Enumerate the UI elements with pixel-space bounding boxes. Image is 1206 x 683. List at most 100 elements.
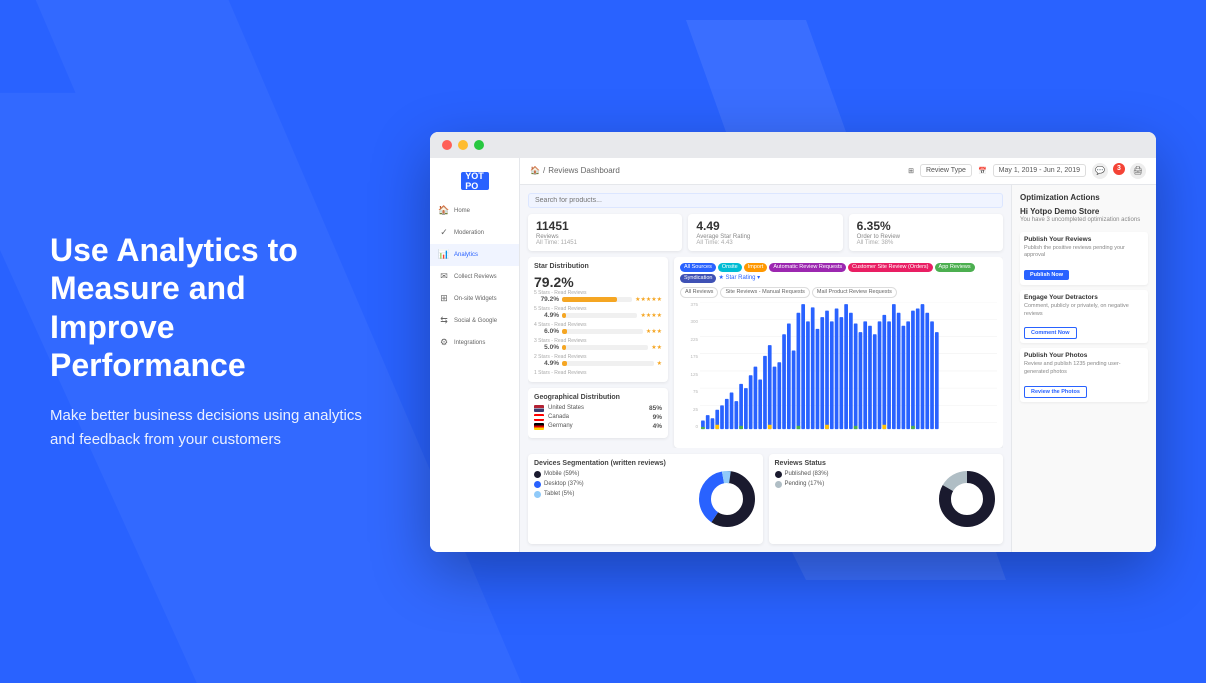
search-input[interactable]: [528, 193, 1003, 208]
integrations-icon: ⚙: [438, 337, 450, 349]
main-description: Make better business decisions using ana…: [50, 404, 370, 452]
chip-import[interactable]: Import: [744, 263, 768, 272]
window-minimize-dot[interactable]: [458, 140, 468, 150]
sidebar-social-label: Social & Google: [454, 318, 497, 324]
opt-card-comment-title: Engage Your Detractors: [1024, 294, 1144, 301]
star-pct-4: 4.9%: [534, 312, 559, 319]
sidebar-collect-label: Collect Reviews: [454, 274, 497, 280]
star-pct-3: 6.0%: [534, 328, 559, 335]
pct-us: 85%: [649, 405, 662, 412]
top-bar-left: 🏠 / Reviews Dashboard: [530, 166, 620, 175]
star-pct-2: 5.0%: [534, 344, 559, 351]
devices-title: Devices Segmentation (written reviews): [534, 460, 689, 467]
filter-chips-row1: All Sources Onsite Import Automatic Revi…: [680, 263, 997, 283]
opt-card-photos: Publish Your Photos Review and publish 1…: [1020, 348, 1148, 401]
geo-row-de: Germany 4%: [534, 423, 662, 430]
opt-card-photos-desc: Review and publish 1235 pending user-gen…: [1024, 361, 1144, 376]
rating-number: 4.49: [696, 219, 834, 233]
order-sub: All Time: 38%: [857, 240, 995, 246]
legend-dot-mobile: [534, 471, 541, 478]
chip-onsite[interactable]: Onsite: [718, 263, 742, 272]
legend-label-published: Published (83%): [785, 471, 829, 477]
chip-app-reviews[interactable]: App Reviews: [935, 263, 975, 272]
star-icons-4: ★★★★: [640, 312, 662, 319]
y-axis: 375 300 225 175 125 75 25 0: [680, 302, 698, 430]
sidebar-item-collect[interactable]: ✉ Collect Reviews: [430, 266, 519, 288]
country-ca: Canada: [548, 414, 649, 420]
review-photos-button[interactable]: Review the Photos: [1024, 386, 1087, 398]
opt-card-comment: Engage Your Detractors Comment, publicly…: [1020, 290, 1148, 343]
star-bar-fill-5: [562, 297, 617, 302]
left-panel: Use Analytics to Measure and Improve Per…: [50, 231, 370, 453]
devices-legend: Mobile (59%) Desktop (37%): [534, 471, 689, 498]
sidebar-home-label: Home: [454, 208, 470, 214]
sidebar-item-social[interactable]: ⇆ Social & Google: [430, 310, 519, 332]
print-icon[interactable]: 🖨: [1130, 163, 1146, 179]
date-range-filter[interactable]: May 1, 2019 - Jun 2, 2019: [993, 164, 1086, 177]
sidebar-item-analytics[interactable]: 📊 Analytics: [430, 244, 519, 266]
country-us: United States: [548, 405, 645, 411]
sidebar-item-integrations[interactable]: ⚙ Integrations: [430, 332, 519, 354]
devices-donut-wrapper: [697, 460, 757, 538]
dash-area: 11451 Reviews All Time: 11451 4.49 Avera…: [520, 185, 1156, 552]
analytics-icon: 📊: [438, 249, 450, 261]
sidebar-item-home[interactable]: 🏠 Home: [430, 200, 519, 222]
star-distribution-panel: Star Distribution 79.2% 5 Stars - Read R…: [528, 257, 668, 382]
window-maximize-dot[interactable]: [474, 140, 484, 150]
star-bar-fill-2: [562, 345, 566, 350]
flag-de: [534, 423, 544, 430]
page-title: Reviews Dashboard: [548, 166, 620, 175]
breadcrumb-separator: /: [543, 166, 545, 175]
star-rating-selector[interactable]: ★ Star Rating ▾: [718, 274, 760, 283]
star-bar-bg-2: [562, 345, 648, 350]
legend-label-tablet: Tablet (5%): [544, 491, 574, 497]
sidebar: YOTPO 🏠 Home ✓ Moderation 📊 Analytics ✉ …: [430, 158, 520, 552]
review-type-filter[interactable]: Review Type: [920, 164, 972, 177]
opt-card-publish-title: Publish Your Reviews: [1024, 236, 1144, 243]
chip-customer-site[interactable]: Customer Site Review (Orders): [848, 263, 932, 272]
star-dist-big-pct: 79.2%: [534, 274, 662, 290]
opt-greeting: Hi Yotpo Demo Store You have 3 uncomplet…: [1020, 207, 1148, 227]
chip-all-sources[interactable]: All Sources: [680, 263, 716, 272]
chip-auto-requests[interactable]: Automatic Review Requests: [769, 263, 846, 272]
reviews-status-panel: Reviews Status Published (83%): [769, 454, 1004, 544]
y-label-0: 0: [695, 424, 698, 429]
star-icons-5: ★★★★★: [635, 296, 662, 303]
chat-icon[interactable]: 💬: [1092, 163, 1108, 179]
y-label-225: 225: [690, 337, 698, 342]
star-bar-fill-4: [562, 313, 566, 318]
chip-site-reviews[interactable]: Site Reviews - Manual Requests: [720, 287, 809, 298]
legend-dot-tablet: [534, 491, 541, 498]
y-label-25: 25: [693, 407, 698, 412]
window-close-dot[interactable]: [442, 140, 452, 150]
opt-card-comment-desc: Comment, publicly or privately, on negat…: [1024, 303, 1144, 318]
star-row-1: 4.9% ★: [534, 360, 662, 367]
star-icons-2: ★★: [651, 344, 662, 351]
chip-all-reviews[interactable]: All Reviews: [680, 287, 718, 298]
reviews-status-title: Reviews Status: [775, 460, 930, 467]
sidebar-item-moderation[interactable]: ✓ Moderation: [430, 222, 519, 244]
y-label-300: 300: [690, 319, 698, 324]
window-chrome: [430, 132, 1156, 158]
comment-now-button[interactable]: Comment Now: [1024, 327, 1077, 339]
notification-badge[interactable]: 3: [1113, 163, 1125, 175]
opt-card-publish-desc: Publish the positive reviews pending you…: [1024, 245, 1144, 260]
sidebar-item-widgets[interactable]: ⊞ On-site Widgets: [430, 288, 519, 310]
stats-row: 11451 Reviews All Time: 11451 4.49 Avera…: [528, 214, 1003, 251]
y-label-375: 375: [690, 302, 698, 307]
optimization-panel: Optimization Actions Hi Yotpo Demo Store…: [1011, 185, 1156, 552]
publish-now-button[interactable]: Publish Now: [1024, 270, 1069, 280]
opt-card-publish: Publish Your Reviews Publish the positiv…: [1020, 232, 1148, 285]
star-bar-fill-1: [562, 361, 567, 366]
sidebar-widgets-label: On-site Widgets: [454, 296, 497, 302]
y-label-175: 175: [690, 354, 698, 359]
opt-card-photos-title: Publish Your Photos: [1024, 352, 1144, 359]
flag-ca: [534, 414, 544, 421]
home-icon: 🏠: [438, 205, 450, 217]
chip-mail-reviews[interactable]: Mail Product Review Requests: [812, 287, 897, 298]
geo-row-ca: Canada 9%: [534, 414, 662, 421]
star-dist-title: Star Distribution: [534, 263, 662, 270]
chip-syndication[interactable]: Syndication: [680, 274, 716, 283]
devices-donut-chart: [697, 469, 757, 529]
top-icons: 💬 3 🖨: [1092, 163, 1146, 179]
